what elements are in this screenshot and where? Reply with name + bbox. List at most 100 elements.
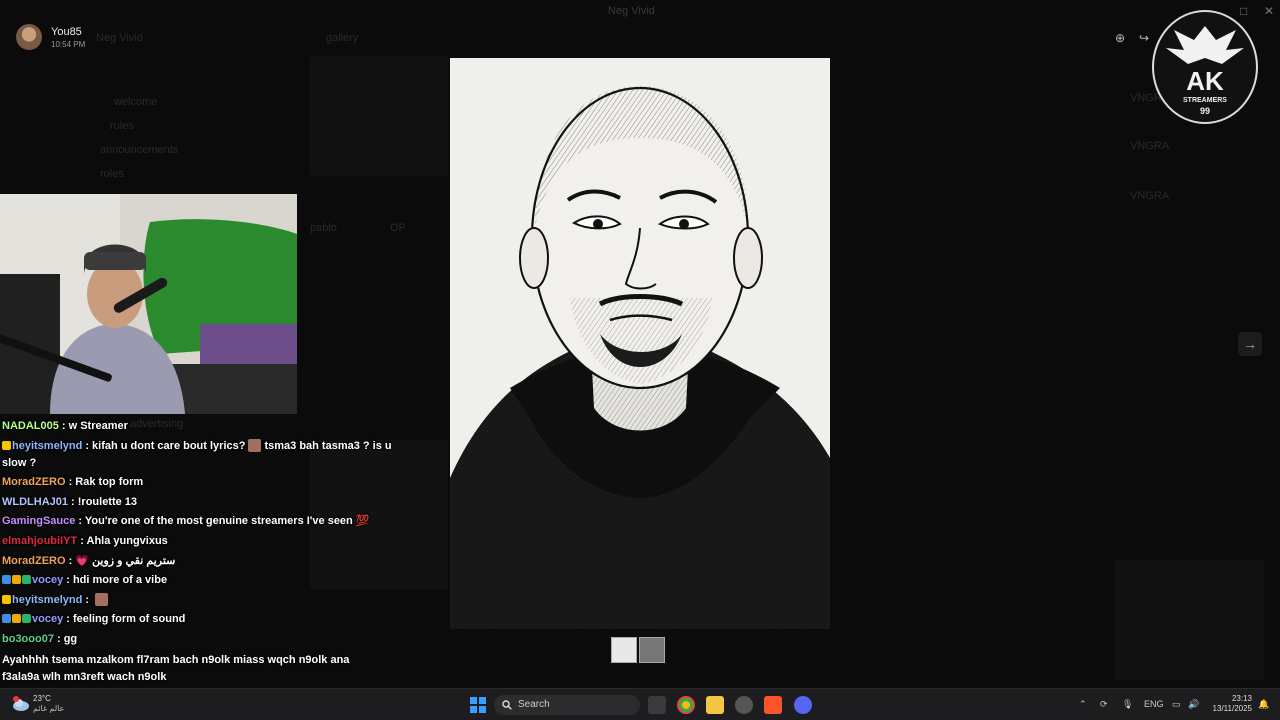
chat-badge-icon [12,575,21,585]
discord-icon[interactable] [794,696,812,714]
chat-message: vocey: feeling form of sound [2,611,394,628]
weather-temp: 23°C [33,694,51,703]
chat-username[interactable]: WLDLHAJ01 [2,496,68,508]
task-view-icon[interactable] [648,696,666,714]
chat-message: MoradZERO: 💗 ستريم نقي و زوين [2,553,394,570]
window-title: Neg Vivid [608,5,655,17]
chat-username[interactable]: elmahjoubiIYT [2,535,77,547]
chat-text: Ahla yungvixus [86,534,168,547]
cloud-icon [13,696,29,711]
upload-time: 10:54 PM [51,40,86,49]
member-list-panel [1114,560,1264,680]
chat-username[interactable]: vocey [32,613,63,625]
forward-icon[interactable]: ↪ [1134,28,1154,48]
chat-username[interactable]: bo3ooo07 [2,633,54,645]
uploader-name[interactable]: You85 [51,26,82,38]
server-name: Neg Vivid [96,32,143,44]
chat-username[interactable]: heyitsmelynd [12,440,82,452]
member-name[interactable]: VNGRA [1130,190,1169,202]
channel-name: gallery [326,32,359,44]
chat-message: vocey: hdi more of a vibe [2,572,394,589]
chat-badge-icon [22,575,31,585]
webcam-scene [0,194,297,414]
logo-text: AK [1186,66,1224,96]
clock-date: 13/11/2025 [1212,704,1252,713]
chat-separator: : [66,613,73,626]
app-icon[interactable] [735,696,753,714]
chat-username[interactable]: NADAL005 [2,420,59,432]
portrait-illustration [450,58,830,629]
logo-subtext-2: 99 [1200,106,1210,116]
maximize-button[interactable]: □ [1240,4,1247,18]
viewer-main-image[interactable] [450,58,830,629]
chat-message: NADAL005: w Streamer [2,418,394,435]
user-avatar[interactable] [16,24,42,50]
windows-taskbar: 23°C عالم غائم Search ⌃ ⟳ 🎙 ENG ▭ 🔊 23:1… [0,688,1280,720]
chat-badge-icon [2,614,11,624]
logo-subtext: STREAMERS [1183,97,1227,104]
chat-separator: : [85,593,93,606]
microphone-icon[interactable]: 🎙 [1122,699,1133,710]
chat-message: heyitsmelynd: kifah u dont care bout lyr… [2,438,394,472]
chat-text: 💗 ستريم نقي و زوين [75,554,176,567]
chevron-up-icon[interactable]: ⌃ [1079,699,1087,710]
sidebar-item-announcements[interactable]: announcements [100,144,178,156]
webcam-feed [0,194,297,414]
eagle-logo-icon: AK STREAMERS 99 [1166,26,1244,116]
volume-icon[interactable]: 🔊 [1188,699,1199,710]
chat-text: gg [63,632,78,645]
gallery-thumbnail [310,56,448,176]
sidebar-item-rules[interactable]: rules [110,120,134,132]
chat-username[interactable]: GamingSauce [2,515,75,527]
chat-message: GamingSauce: You're one of the most genu… [2,513,394,530]
chat-message: MoradZERO: Rak top form [2,474,394,491]
chat-text: Rak top form [75,476,144,489]
brave-icon[interactable] [764,696,782,714]
image-thumbnail-strip [611,637,665,663]
chat-badge-icon [22,614,31,624]
chat-text: You're one of the most genuine streamers… [84,515,370,528]
chat-badge-icon [12,614,21,624]
taskbar-search[interactable]: Search [494,695,640,715]
chat-emote-icon [95,592,109,606]
chat-username[interactable]: vocey [32,574,63,586]
chat-username[interactable]: heyitsmelynd [12,594,82,606]
stream-chat: NADAL005: w Streamer heyitsmelynd: kifah … [2,418,394,651]
zoom-icon[interactable]: ⊕ [1110,28,1130,48]
chat-username[interactable]: MoradZERO [2,476,66,488]
member-name[interactable]: VNGRA [1130,140,1169,152]
taskbar-clock[interactable]: 23:13 13/11/2025 [1206,694,1252,714]
clock-time: 23:13 [1231,694,1252,703]
chat-plain-message: Ayahhhh tsema mzalkom fl7ram bach n9olk … [2,654,350,683]
chat-separator: : [66,574,73,587]
post-badge: OP [390,222,406,234]
chat-message: WLDLHAJ01: !roulette 13 [2,494,394,511]
weather-widget[interactable]: 23°C عالم غائم [12,694,64,718]
chat-badge-icon [2,594,11,604]
chat-badge-icon [2,575,11,585]
next-image-button[interactable]: → [1238,332,1262,356]
chrome-icon[interactable] [677,696,695,714]
network-icon[interactable]: ▭ [1172,699,1181,710]
chat-emote-icon [248,438,262,452]
chat-username[interactable]: MoradZERO [2,555,66,567]
sidebar-item-welcome[interactable]: welcome [114,96,157,108]
thumbnail-portrait[interactable] [611,637,637,663]
notification-icon[interactable]: 🔔 [1258,699,1269,710]
sidebar-item-roles[interactable]: roles [100,168,124,180]
chat-text: kifah u dont care bout lyrics? [92,439,246,452]
search-icon [502,700,512,710]
chat-separator: : [71,495,78,508]
close-button[interactable]: ✕ [1264,4,1274,18]
chat-text: hdi more of a vibe [72,574,168,587]
chat-separator: : [56,632,64,645]
language-indicator[interactable]: ENG [1144,699,1164,709]
streamers-logo: AK STREAMERS 99 [1152,10,1258,124]
windows-start-icon[interactable] [469,696,487,714]
chat-message: heyitsmelynd: [2,592,394,609]
thumbnail-photo[interactable] [639,637,665,663]
post-author: pablo [310,222,337,234]
file-explorer-icon[interactable] [706,696,724,714]
chat-separator: : [61,420,69,432]
sync-icon[interactable]: ⟳ [1100,699,1108,710]
